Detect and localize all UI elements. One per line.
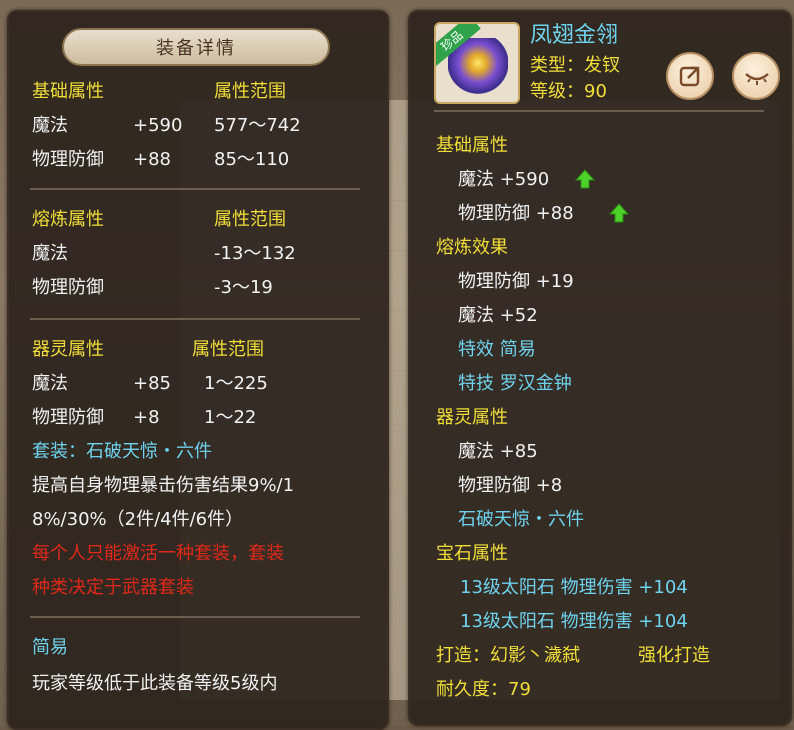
base-attr-header: 基础属性 xyxy=(32,81,104,102)
divider xyxy=(434,110,764,112)
gem-stat: 13级太阳石 物理伤害 +104 xyxy=(460,577,688,598)
set-warning: 每个人只能激活一种套装，套装 xyxy=(32,543,284,564)
preview-button[interactable] xyxy=(732,52,780,100)
divider xyxy=(30,188,360,190)
set-name: 套装：石破天惊・六件 xyxy=(32,441,212,462)
base-row-value: +590 xyxy=(133,115,183,136)
divider xyxy=(30,616,360,618)
easy-description: 玩家等级低于此装备等级5级内 xyxy=(32,673,278,694)
base-row-name: 魔法 xyxy=(32,115,68,136)
spirit-title: 器灵属性 xyxy=(436,407,508,428)
set-description: 8%/30%（2件/4件/6件） xyxy=(32,509,244,530)
durability: 耐久度：79 xyxy=(436,679,531,700)
base-row-range: 577～742 xyxy=(214,115,301,136)
spirit-stat: 物理防御 +8 xyxy=(458,475,563,496)
gem-title: 宝石属性 xyxy=(436,543,508,564)
base-row-name: 物理防御 xyxy=(32,149,104,170)
item-type: 类型：发钗 xyxy=(530,55,620,76)
arrow-up-icon xyxy=(608,203,630,223)
forge-type: 强化打造 xyxy=(638,645,710,666)
set-description: 提高自身物理暴击伤害结果9%/1 xyxy=(32,475,295,496)
special-skill: 特技 罗汉金钟 xyxy=(458,373,572,394)
smelt-row-name: 物理防御 xyxy=(32,277,104,298)
base-row-value: +88 xyxy=(133,149,171,170)
base-stat: 物理防御 +88 xyxy=(458,203,574,224)
eye-closed-icon xyxy=(745,73,769,85)
spirit-attr-header: 器灵属性 xyxy=(32,339,104,360)
share-button[interactable] xyxy=(666,52,714,100)
arrow-up-icon xyxy=(574,169,596,189)
smelt-stat: 魔法 +52 xyxy=(458,305,538,326)
smelt-title: 熔炼效果 xyxy=(436,237,508,258)
spirit-row-name: 魔法 xyxy=(32,373,68,394)
smelt-row-range: -13～132 xyxy=(214,243,296,264)
item-level: 等级：90 xyxy=(530,81,607,102)
panel-title: 装备详情 xyxy=(62,28,330,66)
smelt-row-range: -3～19 xyxy=(214,277,273,298)
share-icon xyxy=(679,66,700,87)
smelt-range-header: 属性范围 xyxy=(214,209,286,230)
spirit-set: 石破天惊・六件 xyxy=(458,509,584,530)
spirit-stat: 魔法 +85 xyxy=(458,441,538,462)
spirit-row-value: +8 xyxy=(133,407,160,428)
spirit-row-range: 1～225 xyxy=(204,373,268,394)
smelt-row-name: 魔法 xyxy=(32,243,68,264)
forge-info: 打造：幻影丶濊弑 xyxy=(436,645,580,666)
item-icon: 珍品 xyxy=(434,22,520,104)
base-title: 基础属性 xyxy=(436,135,508,156)
divider xyxy=(30,318,360,320)
set-warning: 种类决定于武器套装 xyxy=(32,577,194,598)
special-effect: 特效 简易 xyxy=(458,339,536,360)
spirit-row-name: 物理防御 xyxy=(32,407,104,428)
easy-title: 简易 xyxy=(32,637,68,658)
spirit-row-value: +85 xyxy=(133,373,171,394)
base-stat: 魔法 +590 xyxy=(458,169,550,190)
base-range-header: 属性范围 xyxy=(214,81,286,102)
smelt-attr-header: 熔炼属性 xyxy=(32,209,104,230)
base-row-range: 85～110 xyxy=(214,149,290,170)
spirit-row-range: 1～22 xyxy=(204,407,257,428)
smelt-stat: 物理防御 +19 xyxy=(458,271,574,292)
spirit-range-header: 属性范围 xyxy=(192,339,264,360)
gem-stat: 13级太阳石 物理伤害 +104 xyxy=(460,611,688,632)
item-name: 凤翅金翎 xyxy=(530,23,619,48)
